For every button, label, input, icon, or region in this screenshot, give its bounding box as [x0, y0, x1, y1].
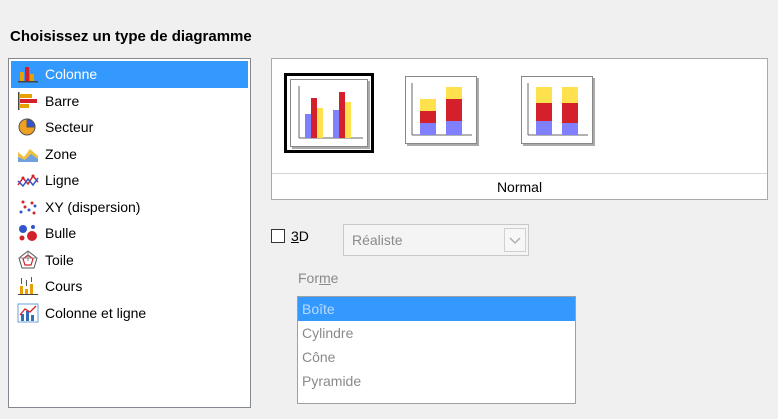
- list-item-label: Ligne: [45, 172, 80, 189]
- list-item-secteur[interactable]: Secteur: [9, 114, 250, 141]
- list-item-label: Cours: [45, 278, 83, 295]
- shape-label: Forme: [298, 270, 339, 286]
- three-d-scheme-value: Réaliste: [352, 232, 403, 248]
- chart-variant-panel: Normal: [271, 58, 768, 200]
- scatter-chart-icon: [17, 197, 39, 217]
- list-item-label: Colonne: [45, 66, 98, 83]
- shape-option-pyramide: Pyramide: [302, 373, 362, 389]
- list-item-label: Secteur: [45, 119, 94, 136]
- pie-chart-icon: [17, 117, 39, 137]
- list-item-bulle[interactable]: Bulle: [9, 220, 250, 247]
- list-item-colonne-et-ligne[interactable]: Colonne et ligne: [9, 300, 250, 327]
- three-d-label-rest: D: [298, 228, 309, 244]
- net-chart-icon: [17, 250, 39, 270]
- three-d-option[interactable]: 3D: [271, 228, 309, 244]
- variant-normal[interactable]: [284, 73, 374, 153]
- column-chart-icon: [17, 64, 39, 84]
- variant-stacked[interactable]: [402, 73, 492, 153]
- three-d-checkbox[interactable]: [271, 229, 285, 243]
- shape-option-cylindre: Cylindre: [302, 325, 354, 341]
- line-chart-icon: [17, 170, 39, 190]
- combo-dropdown-button: [504, 228, 526, 252]
- list-item-label: Colonne et ligne: [45, 304, 147, 321]
- list-item-barre[interactable]: Barre: [9, 88, 250, 115]
- shape-option-cone: Cône: [302, 349, 336, 365]
- shape-option-boite: Boîte: [298, 297, 575, 321]
- chart-type-list[interactable]: Colonne Barre Secteur Zone Ligne XY (dis…: [8, 58, 251, 408]
- list-item-zone[interactable]: Zone: [9, 141, 250, 168]
- list-item-label: Zone: [45, 145, 77, 162]
- area-chart-icon: [17, 144, 39, 164]
- three-d-mnemonic: 3: [291, 228, 299, 244]
- list-item-colonne[interactable]: Colonne: [11, 61, 248, 88]
- percent-stacked-variant-icon: [527, 83, 588, 136]
- column-line-chart-icon: [17, 303, 39, 323]
- list-item-xy-dispersion[interactable]: XY (dispersion): [9, 194, 250, 221]
- bubble-chart-icon: [17, 223, 39, 243]
- list-item-label: Bulle: [45, 225, 77, 242]
- list-item-label: Toile: [45, 251, 74, 268]
- shape-list: Boîte Cylindre Cône Pyramide: [297, 296, 576, 404]
- list-item-label: XY (dispersion): [45, 198, 141, 215]
- stock-chart-icon: [17, 276, 39, 296]
- normal-variant-icon: [298, 86, 363, 139]
- variant-percent-stacked[interactable]: [518, 73, 608, 153]
- list-item-cours[interactable]: Cours: [9, 273, 250, 300]
- stacked-variant-icon: [411, 83, 472, 136]
- list-item-label: Barre: [45, 92, 80, 109]
- bar-chart-icon: [17, 91, 39, 111]
- variant-caption: Normal: [272, 173, 767, 200]
- list-item-toile[interactable]: Toile: [9, 247, 250, 274]
- dialog-heading: Choisissez un type de diagramme: [10, 28, 252, 45]
- three-d-scheme-combo: Réaliste: [343, 224, 529, 256]
- list-item-ligne[interactable]: Ligne: [9, 167, 250, 194]
- three-d-label: 3D: [291, 228, 309, 244]
- chevron-down-icon: [509, 237, 521, 245]
